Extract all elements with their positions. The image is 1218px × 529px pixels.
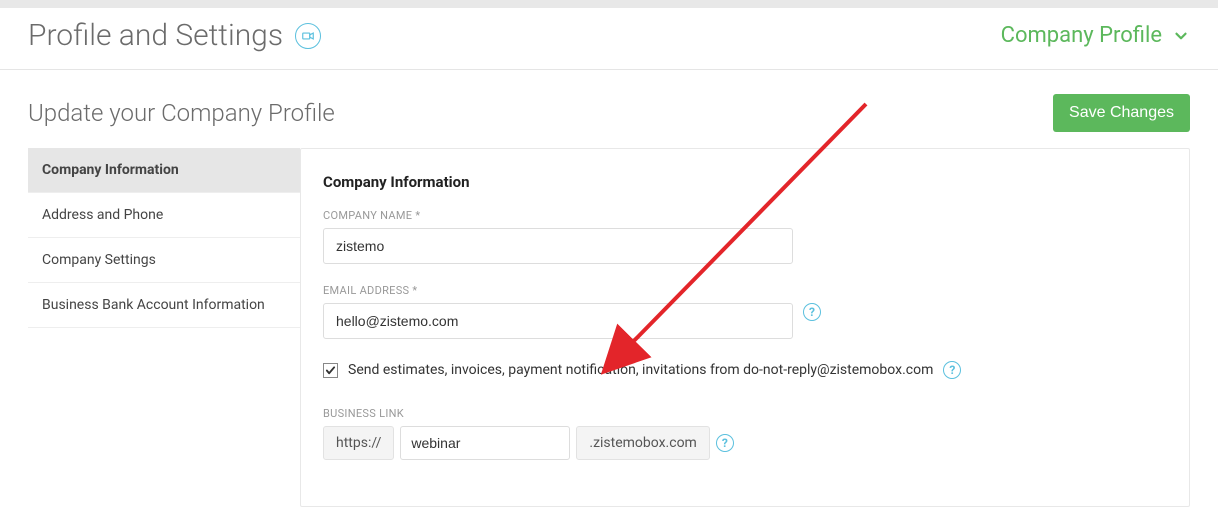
company-name-row: COMPANY NAME * [323, 209, 1167, 264]
email-label: EMAIL ADDRESS * [323, 284, 793, 297]
send-from-checkbox[interactable] [323, 363, 338, 378]
business-link-subdomain-input[interactable] [400, 426, 570, 460]
help-icon[interactable]: ? [943, 361, 961, 379]
save-changes-button[interactable]: Save Changes [1053, 94, 1190, 132]
profile-dropdown-label: Company Profile [1001, 23, 1162, 48]
email-row: EMAIL ADDRESS * ? [323, 284, 1167, 339]
sidebar-nav: Company Information Address and Phone Co… [28, 148, 300, 507]
sidebar-item-label: Company Information [42, 162, 179, 178]
sidebar-item-company-information[interactable]: Company Information [28, 148, 300, 193]
sidebar-item-company-settings[interactable]: Company Settings [28, 238, 300, 283]
profile-dropdown[interactable]: Company Profile [1001, 23, 1190, 48]
subheader: Update your Company Profile Save Changes [0, 70, 1218, 148]
business-link-suffix: .zistemobox.com [576, 426, 709, 460]
help-icon[interactable]: ? [803, 303, 821, 321]
page-title-wrap: Profile and Settings [28, 18, 321, 53]
chevron-down-icon [1172, 27, 1190, 45]
top-bar [0, 0, 1218, 8]
business-link-block: BUSINESS LINK https:// .zistemobox.com ? [323, 407, 1167, 460]
help-icon[interactable]: ? [716, 434, 734, 452]
content-area: Company Information Address and Phone Co… [0, 148, 1218, 507]
email-input[interactable] [323, 303, 793, 339]
business-link-group: https:// .zistemobox.com ? [323, 426, 1167, 460]
subheader-title: Update your Company Profile [28, 99, 335, 127]
company-name-label: COMPANY NAME * [323, 209, 793, 222]
page-title: Profile and Settings [28, 18, 283, 53]
send-from-checkbox-label: Send estimates, invoices, payment notifi… [348, 362, 933, 378]
send-from-checkbox-row: Send estimates, invoices, payment notifi… [323, 361, 1167, 379]
page-header: Profile and Settings Company Profile [0, 8, 1218, 70]
video-camera-icon[interactable] [295, 23, 321, 49]
section-heading: Company Information [323, 173, 1167, 191]
sidebar-item-address-phone[interactable]: Address and Phone [28, 193, 300, 238]
business-link-label: BUSINESS LINK [323, 407, 1167, 420]
business-link-prefix: https:// [323, 426, 394, 460]
main-panel: Company Information COMPANY NAME * EMAIL… [300, 148, 1190, 507]
sidebar-item-bank-account[interactable]: Business Bank Account Information [28, 283, 300, 328]
sidebar-item-label: Company Settings [42, 252, 156, 268]
sidebar-item-label: Address and Phone [42, 207, 163, 223]
sidebar-item-label: Business Bank Account Information [42, 297, 265, 313]
company-name-input[interactable] [323, 228, 793, 264]
